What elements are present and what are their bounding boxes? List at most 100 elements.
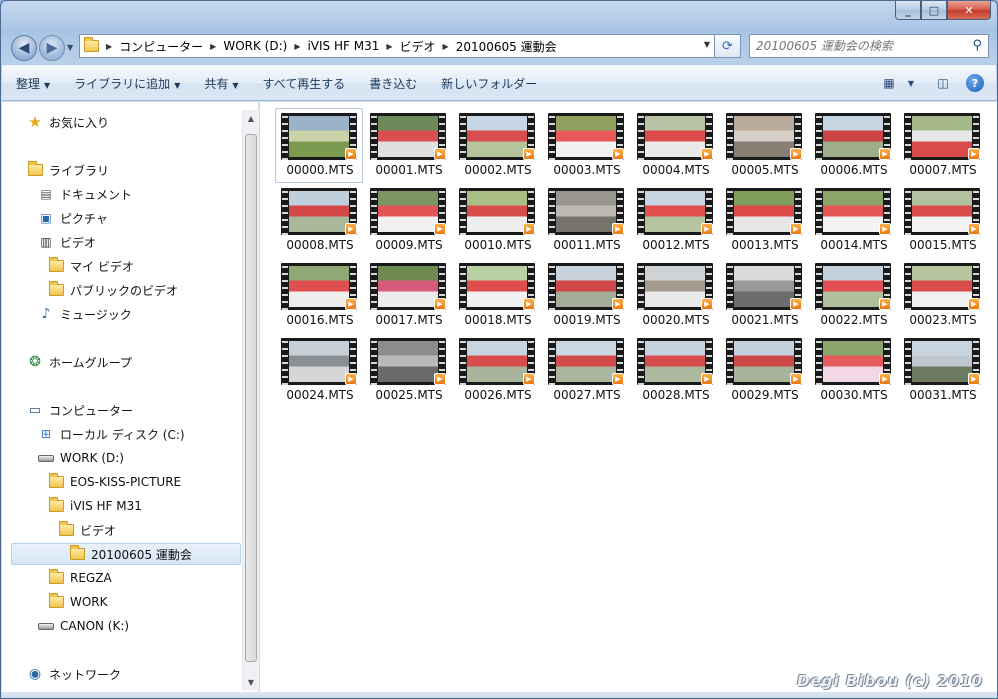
windows-drive-icon: ⊞ [40,427,52,441]
file-tile[interactable]: ▶ 00017.MTS [364,258,452,333]
file-tile[interactable]: ▶ 00030.MTS [809,333,897,408]
new-folder-button[interactable]: 新しいフォルダー [441,75,537,92]
film-strip-icon [282,188,288,235]
address-dropdown-icon[interactable]: ▼ [704,40,710,49]
thumbnail-image [289,116,349,157]
breadcrumb-computer[interactable]: コンピューター [115,35,207,57]
breadcrumb-chevron-icon[interactable]: ▶ [103,42,115,51]
file-tile[interactable]: ▶ 00021.MTS [720,258,808,333]
file-tile[interactable]: ▶ 00014.MTS [809,183,897,258]
breadcrumb-chevron-icon[interactable]: ▶ [291,42,303,51]
file-tile[interactable]: ▶ 00005.MTS [720,108,808,183]
share-menu[interactable]: 共有 ▼ [204,75,238,92]
file-tile[interactable]: ▶ 00006.MTS [809,108,897,183]
view-options-icon[interactable]: ▦ [880,74,898,92]
file-tile[interactable]: ▶ 00023.MTS [898,258,986,333]
file-tile[interactable]: ▶ 00004.MTS [631,108,719,183]
file-tile[interactable]: ▶ 00010.MTS [453,183,541,258]
file-tile[interactable]: ▶ 00016.MTS [275,258,363,333]
nav-libraries[interactable]: ライブラリ [26,159,109,181]
film-strip-icon [727,113,733,160]
nav-ivis-folder[interactable]: iVIS HF M31 [47,495,142,517]
breadcrumb-ivis[interactable]: iVIS HF M31 [303,35,383,57]
breadcrumb-chevron-icon[interactable]: ▶ [440,42,452,51]
nav-local-disk[interactable]: ⊞ ローカル ディスク (C:) [37,423,185,445]
forward-button[interactable]: ▶ [39,35,65,61]
address-bar[interactable]: ▶ コンピューター ▶ WORK (D:) ▶ iVIS HF M31 ▶ ビデ… [79,34,715,58]
search-box[interactable]: ⚲ [749,34,989,58]
file-tile[interactable]: ▶ 00013.MTS [720,183,808,258]
nav-canon-drive[interactable]: CANON (K:) [37,615,129,637]
nav-favorites[interactable]: ★ お気に入り [26,111,109,133]
breadcrumb-event[interactable]: 20100605 運動会 [452,35,561,57]
file-tile[interactable]: ▶ 00019.MTS [542,258,630,333]
recent-pages-dropdown[interactable]: ▼ [67,43,73,52]
file-tile[interactable]: ▶ 00011.MTS [542,183,630,258]
file-tile[interactable]: ▶ 00001.MTS [364,108,452,183]
burn-button[interactable]: 書き込む [369,75,417,92]
nav-video-folder[interactable]: ビデオ [57,519,116,541]
nav-eos-folder[interactable]: EOS-KISS-PICTURE [47,471,181,493]
file-tile[interactable]: ▶ 00008.MTS [275,183,363,258]
file-tile[interactable]: ▶ 00015.MTS [898,183,986,258]
minimize-button[interactable]: _ [895,1,921,20]
back-button[interactable]: ◀ [11,35,37,61]
file-name: 00003.MTS [553,163,621,177]
file-tile[interactable]: ▶ 00031.MTS [898,333,986,408]
file-tile[interactable]: ▶ 00029.MTS [720,333,808,408]
file-tile[interactable]: ▶ 00012.MTS [631,183,719,258]
nav-scrollbar[interactable]: ▲ ▼ [242,110,259,690]
file-tile[interactable]: ▶ 00025.MTS [364,333,452,408]
refresh-button[interactable]: ⟳ [715,34,741,58]
breadcrumb-work-drive[interactable]: WORK (D:) [219,35,291,57]
nav-regza-folder[interactable]: REGZA [47,567,112,589]
search-icon[interactable]: ⚲ [972,38,982,53]
play-icon: ▶ [434,298,446,310]
play-icon: ▶ [523,148,535,160]
help-icon[interactable]: ? [966,74,984,92]
file-tile[interactable]: ▶ 00000.MTS [275,108,363,183]
close-button[interactable]: ✕ [947,1,991,20]
breadcrumb-chevron-icon[interactable]: ▶ [383,42,395,51]
file-tile[interactable]: ▶ 00024.MTS [275,333,363,408]
file-tile[interactable]: ▶ 00020.MTS [631,258,719,333]
breadcrumb-chevron-icon[interactable]: ▶ [207,42,219,51]
chevron-down-icon[interactable]: ▼ [902,74,920,92]
nav-pictures[interactable]: ▣ ピクチャ [37,207,108,229]
file-tile[interactable]: ▶ 00022.MTS [809,258,897,333]
nav-event-folder[interactable]: 20100605 運動会 [11,543,241,565]
file-tile[interactable]: ▶ 00026.MTS [453,333,541,408]
nav-public-videos[interactable]: パブリックのビデオ [47,279,178,301]
scroll-up-icon[interactable]: ▲ [243,110,259,126]
play-all-button[interactable]: すべて再生する [263,75,346,92]
nav-work-drive[interactable]: WORK (D:) [37,447,124,469]
scroll-down-icon[interactable]: ▼ [243,674,259,690]
file-tile[interactable]: ▶ 00018.MTS [453,258,541,333]
scroll-thumb[interactable] [245,134,257,662]
file-tile[interactable]: ▶ 00028.MTS [631,333,719,408]
add-to-library-menu[interactable]: ライブラリに追加 ▼ [74,75,180,92]
video-thumbnail: ▶ [815,188,891,235]
maximize-button[interactable]: □ [921,1,947,20]
nav-videos[interactable]: ▥ ビデオ [37,231,96,253]
search-input[interactable] [756,39,956,53]
nav-network[interactable]: ◉ ネットワーク [26,663,121,685]
thumbnail-image [556,191,616,232]
file-tile[interactable]: ▶ 00003.MTS [542,108,630,183]
breadcrumb-video[interactable]: ビデオ [396,35,440,57]
forward-arrow-icon: ▶ [46,40,58,56]
nav-computer[interactable]: ▭ コンピューター [26,399,133,421]
file-tile[interactable]: ▶ 00027.MTS [542,333,630,408]
nav-music[interactable]: ♪ ミュージック [37,303,132,325]
nav-documents[interactable]: ▤ ドキュメント [37,183,132,205]
nav-homegroup[interactable]: ❂ ホームグループ [26,351,132,373]
nav-work-folder[interactable]: WORK [47,591,108,613]
film-strip-icon [460,188,466,235]
nav-my-videos[interactable]: マイ ビデオ [47,255,134,277]
file-tile[interactable]: ▶ 00002.MTS [453,108,541,183]
film-strip-icon [549,338,555,385]
preview-pane-icon[interactable]: ◫ [934,74,952,92]
file-tile[interactable]: ▶ 00007.MTS [898,108,986,183]
organize-menu[interactable]: 整理 ▼ [16,75,50,92]
file-tile[interactable]: ▶ 00009.MTS [364,183,452,258]
